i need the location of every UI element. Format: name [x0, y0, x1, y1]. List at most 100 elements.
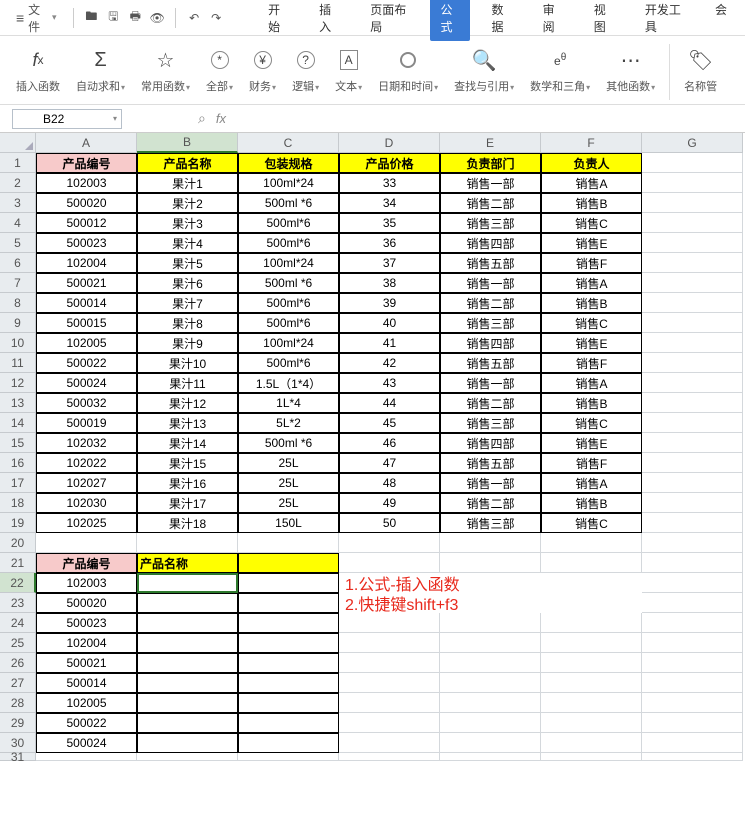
table-cell[interactable]: 果汁4 [137, 233, 238, 253]
row-head-24[interactable]: 24 [0, 613, 36, 633]
table-header[interactable]: 包装规格 [238, 153, 339, 173]
cell-empty[interactable] [541, 613, 642, 633]
spreadsheet-grid[interactable]: ABCDEFG1产品编号产品名称包装规格产品价格负责部门负责人2102003果汁… [0, 133, 745, 761]
cell-empty[interactable] [642, 513, 743, 533]
table2-c[interactable] [238, 713, 339, 733]
row-head-7[interactable]: 7 [0, 273, 36, 293]
cell-empty[interactable] [339, 633, 440, 653]
table-cell[interactable]: 500021 [36, 273, 137, 293]
name-box[interactable]: B22 ▾ [12, 109, 122, 129]
cell-empty[interactable] [642, 333, 743, 353]
table2-id[interactable]: 500024 [36, 733, 137, 753]
table-cell[interactable]: 102030 [36, 493, 137, 513]
cell-empty[interactable] [339, 673, 440, 693]
row-head-27[interactable]: 27 [0, 673, 36, 693]
table2-header[interactable]: 产品名称 [137, 553, 238, 573]
row-head-14[interactable]: 14 [0, 413, 36, 433]
ribbon-查找与引用[interactable]: 🔍查找与引用▾ [448, 44, 520, 94]
cell-empty[interactable] [642, 153, 743, 173]
cell-empty[interactable] [541, 733, 642, 753]
table2-name[interactable] [137, 673, 238, 693]
table-cell[interactable]: 销售A [541, 173, 642, 193]
tab-7[interactable]: 开发工具 [635, 0, 693, 41]
table2-c[interactable] [238, 673, 339, 693]
row-head-25[interactable]: 25 [0, 633, 36, 653]
table-cell[interactable]: 销售三部 [440, 513, 541, 533]
table-cell[interactable]: 100ml*24 [238, 253, 339, 273]
row-head-4[interactable]: 4 [0, 213, 36, 233]
cell-empty[interactable] [541, 713, 642, 733]
table-cell[interactable]: 销售五部 [440, 453, 541, 473]
table-cell[interactable]: 销售四部 [440, 333, 541, 353]
table-cell[interactable]: 销售五部 [440, 253, 541, 273]
table-cell[interactable]: 果汁8 [137, 313, 238, 333]
table-cell[interactable]: 果汁7 [137, 293, 238, 313]
fx-icon[interactable]: fx [216, 111, 226, 126]
cell-empty[interactable] [642, 553, 743, 573]
row-head-17[interactable]: 17 [0, 473, 36, 493]
table2-c[interactable] [238, 573, 339, 593]
tab-6[interactable]: 视图 [584, 0, 623, 41]
table-cell[interactable]: 47 [339, 453, 440, 473]
ribbon-数学和三角[interactable]: eθ数学和三角▾ [524, 44, 596, 94]
row-head-16[interactable]: 16 [0, 453, 36, 473]
table-cell[interactable]: 40 [339, 313, 440, 333]
table-cell[interactable]: 500ml*6 [238, 293, 339, 313]
row-head-1[interactable]: 1 [0, 153, 36, 173]
table-cell[interactable]: 果汁17 [137, 493, 238, 513]
table-cell[interactable]: 500ml*6 [238, 313, 339, 333]
cell-empty[interactable] [541, 553, 642, 573]
table2-header[interactable] [238, 553, 339, 573]
cell-empty[interactable] [642, 533, 743, 553]
cell-empty[interactable] [642, 233, 743, 253]
table-cell[interactable]: 500ml*6 [238, 233, 339, 253]
table-cell[interactable]: 5L*2 [238, 413, 339, 433]
table-cell[interactable]: 销售E [541, 433, 642, 453]
table-cell[interactable]: 500ml*6 [238, 353, 339, 373]
cell-empty[interactable] [541, 673, 642, 693]
table-cell[interactable]: 1L*4 [238, 393, 339, 413]
table-cell[interactable]: 销售F [541, 353, 642, 373]
ribbon-自动求和[interactable]: Σ自动求和▾ [70, 44, 131, 94]
cell-empty[interactable] [642, 293, 743, 313]
table-cell[interactable]: 销售C [541, 413, 642, 433]
cell-empty[interactable] [642, 613, 743, 633]
table-cell[interactable]: 500ml *6 [238, 273, 339, 293]
cell-empty[interactable] [642, 193, 743, 213]
table-cell[interactable]: 38 [339, 273, 440, 293]
table-cell[interactable]: 销售一部 [440, 273, 541, 293]
table-cell[interactable]: 果汁11 [137, 373, 238, 393]
table2-c[interactable] [238, 733, 339, 753]
col-head-C[interactable]: C [238, 133, 339, 153]
cell-empty[interactable] [642, 473, 743, 493]
cell-empty[interactable] [642, 433, 743, 453]
table-cell[interactable]: 销售B [541, 393, 642, 413]
cell-empty[interactable] [339, 693, 440, 713]
cell-empty[interactable] [642, 253, 743, 273]
cell-empty[interactable] [440, 553, 541, 573]
cell-empty[interactable] [642, 373, 743, 393]
table-cell[interactable]: 102027 [36, 473, 137, 493]
table2-name[interactable] [137, 593, 238, 613]
table-cell[interactable]: 销售B [541, 193, 642, 213]
table-cell[interactable]: 销售A [541, 373, 642, 393]
table-cell[interactable]: 果汁12 [137, 393, 238, 413]
table-cell[interactable]: 销售C [541, 213, 642, 233]
table-cell[interactable]: 500014 [36, 293, 137, 313]
col-head-G[interactable]: G [642, 133, 743, 153]
cell-empty[interactable] [642, 573, 743, 593]
col-head-E[interactable]: E [440, 133, 541, 153]
table-cell[interactable]: 500023 [36, 233, 137, 253]
cell-empty[interactable] [36, 533, 137, 553]
table-cell[interactable]: 销售四部 [440, 433, 541, 453]
cell-empty[interactable] [642, 753, 743, 761]
table-cell[interactable]: 果汁6 [137, 273, 238, 293]
table-cell[interactable]: 41 [339, 333, 440, 353]
cell-empty[interactable] [642, 713, 743, 733]
table-cell[interactable]: 43 [339, 373, 440, 393]
row-head-18[interactable]: 18 [0, 493, 36, 513]
ribbon-财务[interactable]: ¥财务▾ [243, 44, 282, 94]
table-cell[interactable]: 500020 [36, 193, 137, 213]
cell-empty[interactable] [642, 393, 743, 413]
table-cell[interactable]: 500022 [36, 353, 137, 373]
